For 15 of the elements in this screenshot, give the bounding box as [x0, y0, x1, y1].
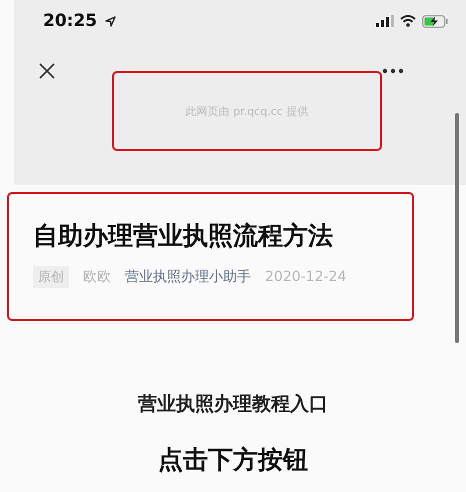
- original-tag: 原创: [33, 266, 69, 288]
- section-subheading: 营业执照办理教程入口: [138, 392, 328, 417]
- wifi-icon: [400, 15, 416, 27]
- section-heading: 点击下方按钮: [158, 444, 308, 476]
- scrollbar[interactable]: [455, 113, 459, 343]
- battery-charging-icon: [422, 14, 448, 28]
- location-arrow-icon: [105, 16, 116, 26]
- more-icon[interactable]: [382, 68, 404, 74]
- status-time: 20:25: [43, 11, 98, 31]
- close-icon[interactable]: [38, 62, 56, 80]
- article-title: 自助办理营业执照流程方法: [33, 220, 334, 252]
- publish-date: 2020-12-24: [265, 269, 346, 285]
- author-name: 欧欧: [83, 268, 111, 286]
- account-link[interactable]: 营业执照办理小助手: [125, 268, 251, 286]
- signal-icon: [376, 15, 394, 27]
